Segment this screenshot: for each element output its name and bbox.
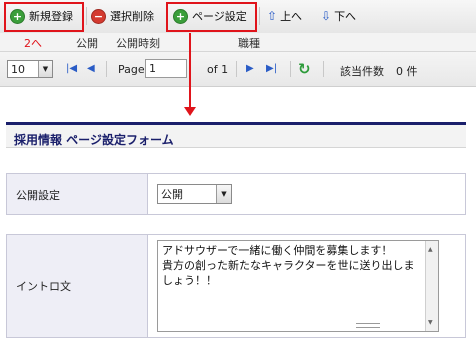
intro-text-label: イントロ文 [16,280,71,293]
last-page-icon[interactable]: ▶| [266,63,277,74]
column-header-public[interactable]: 公開 [76,35,98,51]
column-header-job-type[interactable]: 職種 [238,35,260,51]
pager-divider [290,61,291,77]
pointer-arrow-head [184,107,196,116]
page-size-select[interactable]: 10 ▼ [7,60,53,78]
first-page-icon[interactable]: |◀ [66,63,77,74]
publish-setting-row: 公開設定 公開 ▼ [6,173,466,215]
chevron-down-icon: ▼ [216,185,231,203]
column-header-publish-time[interactable]: 公開時刻 [116,35,160,51]
page-number-value: 1 [149,62,156,75]
form-title: 採用情報 ページ設定フォーム [14,133,174,147]
page-number-input[interactable]: 1 [145,59,187,78]
move-down-label: 下へ [334,10,357,23]
page-size-value: 10 [11,62,25,76]
publish-setting-select[interactable]: 公開 ▼ [157,184,232,204]
next-page-icon[interactable]: ▶ [246,63,254,74]
textarea-scrollbar[interactable]: ▲ ▼ [425,241,438,331]
pointer-arrow-line [189,33,191,109]
result-count-value: 0 件 [396,65,418,78]
toolbar-divider [259,7,260,25]
scroll-up-icon[interactable]: ▲ [428,242,433,257]
delete-selected-button[interactable]: − 選択削除 [91,6,154,26]
refresh-icon[interactable]: ↻ [298,60,311,78]
scroll-down-icon[interactable]: ▼ [428,315,433,330]
page-count-label: of 1 [207,63,229,76]
grid-header: 2へ 公開 公開時刻 職種 [0,33,476,52]
intro-textarea[interactable]: アドサウザーで一緒に働く仲間を募集します！ 貴方の創った新たなキャラクターを世に… [157,240,439,332]
delete-selected-label: 選択削除 [110,10,154,23]
publish-setting-label: 公開設定 [16,189,60,202]
move-up-button[interactable]: ⇧ 上へ [267,6,302,26]
form-title-bar: 採用情報 ページ設定フォーム [6,122,466,148]
toolbar-divider [86,7,87,25]
pager: 10 ▼ |◀ ◀ Page 1 of 1 ▶ ▶| ↻ 該当件数 0 件 [0,52,476,87]
pager-divider [236,61,237,77]
chevron-down-icon: ▼ [38,61,52,77]
resize-grip-icon[interactable] [356,323,380,328]
publish-setting-value: 公開 [161,188,183,201]
pager-divider [106,61,107,77]
annotation-label: 2へ [24,37,42,50]
pager-divider [323,61,324,77]
result-count-label: 該当件数 [340,65,384,78]
highlight-box-page-settings [166,2,257,32]
intro-text-row: イントロ文 アドサウザーで一緒に働く仲間を募集します！ 貴方の創った新たなキャラ… [6,234,466,338]
highlight-box-new [4,2,84,32]
prev-page-icon[interactable]: ◀ [87,63,95,74]
move-up-label: 上へ [280,10,303,23]
page-label: Page [118,63,145,76]
intro-textarea-content: アドサウザーで一緒に働く仲間を募集します！ 貴方の創った新たなキャラクターを世に… [162,244,415,287]
arrow-down-icon: ⇩ [321,9,332,23]
remove-icon: − [91,8,106,24]
arrow-up-icon: ⇧ [267,9,278,23]
move-down-button[interactable]: ⇩ 下へ [321,6,356,26]
